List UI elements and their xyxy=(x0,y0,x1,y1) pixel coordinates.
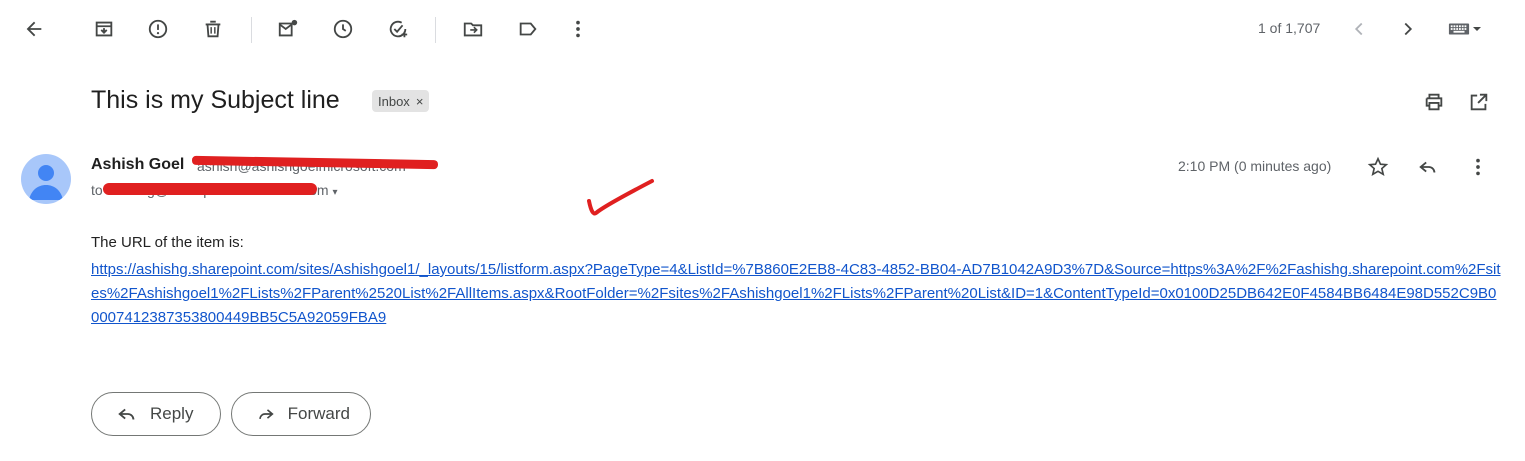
back-button[interactable] xyxy=(14,9,54,49)
add-to-tasks-button[interactable] xyxy=(378,9,418,49)
add-to-tasks-icon xyxy=(389,20,408,38)
move-to-button[interactable] xyxy=(453,9,493,49)
open-in-new-icon xyxy=(1470,93,1488,111)
delete-button[interactable] xyxy=(193,9,233,49)
reply-icon xyxy=(118,408,135,420)
star-icon xyxy=(1367,156,1389,177)
chevron-left-icon xyxy=(1354,22,1363,36)
label-chip-text: Inbox xyxy=(378,93,410,109)
more-vert-icon xyxy=(576,20,580,38)
report-spam-button[interactable] xyxy=(138,9,178,49)
reply-icon xyxy=(1419,161,1436,173)
inbox-label-chip[interactable]: Inbox × xyxy=(372,90,430,112)
report-spam-icon xyxy=(148,19,168,39)
message-counter: 1 of 1,707 xyxy=(1258,20,1321,36)
label-button[interactable] xyxy=(508,9,548,49)
print-icon xyxy=(1425,93,1443,111)
back-arrow-icon xyxy=(26,21,42,37)
to-prefix: to xyxy=(91,182,103,198)
more-vert-icon xyxy=(1476,158,1480,176)
delete-icon xyxy=(205,20,221,38)
toolbar-divider xyxy=(435,17,436,43)
person-icon xyxy=(29,165,63,200)
redaction-mark xyxy=(103,183,317,195)
item-url-link[interactable]: https://ashishg.sharepoint.com/sites/Ash… xyxy=(91,258,1501,330)
sender-name[interactable]: Ashish Goel xyxy=(91,156,184,174)
sender-avatar[interactable] xyxy=(21,154,71,204)
keyboard-icon xyxy=(1448,23,1470,35)
subject-heading: This is my Subject line xyxy=(91,86,340,114)
reply-icon-button[interactable] xyxy=(1408,147,1448,187)
checkmark-annotation-icon xyxy=(587,179,654,216)
message-time: 2:10 PM (0 minutes ago) xyxy=(1178,158,1332,174)
mark-unread-icon xyxy=(278,19,298,37)
mark-unread-button[interactable] xyxy=(268,9,308,49)
label-icon xyxy=(519,22,537,36)
snooze-icon xyxy=(333,19,353,39)
more-options-button[interactable] xyxy=(558,9,598,49)
caret-down-icon xyxy=(1473,27,1481,31)
archive-button[interactable] xyxy=(84,9,124,49)
open-new-window-button[interactable] xyxy=(1459,82,1499,122)
chevron-right-icon xyxy=(1404,22,1413,36)
reply-button-label: Reply xyxy=(150,404,194,423)
newer-button[interactable] xyxy=(1339,9,1379,49)
reply-button[interactable]: Reply xyxy=(91,392,221,436)
snooze-button[interactable] xyxy=(323,9,363,49)
forward-button[interactable]: Forward xyxy=(231,392,371,436)
remove-label-icon[interactable]: × xyxy=(416,94,424,109)
print-all-button[interactable] xyxy=(1414,82,1454,122)
recipient-details-icon[interactable]: ▾ xyxy=(332,187,337,198)
toolbar-divider xyxy=(251,17,252,43)
archive-icon xyxy=(95,21,113,37)
message-more-button[interactable] xyxy=(1458,147,1498,187)
message-body-text: The URL of the item is: xyxy=(91,234,244,251)
move-to-icon xyxy=(463,22,483,37)
input-tools-button[interactable] xyxy=(1440,9,1490,49)
forward-button-label: Forward xyxy=(287,404,350,423)
forward-icon xyxy=(259,409,274,420)
older-button[interactable] xyxy=(1388,9,1428,49)
star-button[interactable] xyxy=(1358,147,1398,187)
